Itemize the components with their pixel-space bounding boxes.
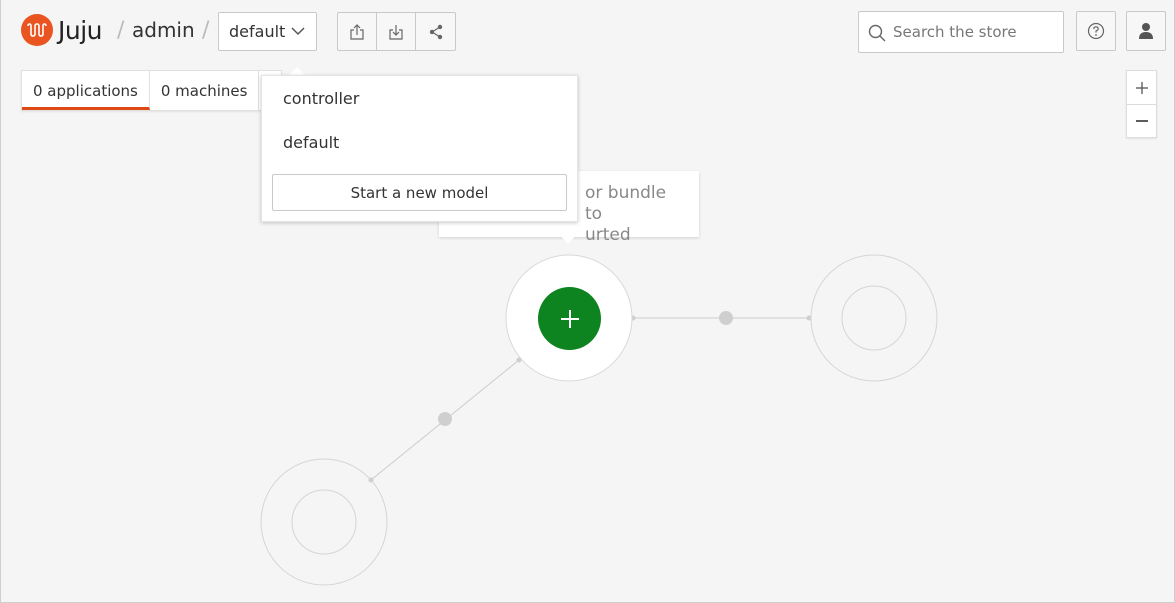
model-tabs: 0 applications 0 machines s [21, 70, 283, 111]
help-icon [1087, 22, 1105, 40]
store-search [858, 11, 1064, 53]
export-icon [350, 23, 364, 40]
placeholder-node-right [810, 254, 938, 382]
search-icon [868, 24, 886, 42]
connector-dot [438, 412, 452, 426]
logo-icon [21, 14, 53, 46]
zoom-out-icon [1135, 120, 1148, 122]
tooltip-arrow [560, 235, 576, 244]
zoom-controls [1126, 70, 1157, 138]
app-window: or bundle to urted Juju / admin / defaul… [0, 0, 1175, 603]
start-new-model-button[interactable]: Start a new model [272, 174, 567, 211]
juju-logo[interactable]: Juju [21, 14, 103, 46]
chevron-down-icon [291, 27, 305, 36]
zoom-in-icon [1135, 81, 1148, 94]
export-button[interactable] [338, 13, 377, 50]
logo-text: Juju [58, 15, 103, 45]
share-button[interactable] [416, 13, 455, 50]
connector-dot [719, 311, 733, 325]
import-icon [389, 24, 403, 40]
help-button[interactable] [1076, 11, 1116, 51]
tab-applications[interactable]: 0 applications [22, 71, 150, 110]
user-menu-button[interactable] [1126, 11, 1166, 51]
import-button[interactable] [377, 13, 416, 50]
model-selector[interactable]: default [218, 12, 317, 51]
placeholder-node-left [260, 458, 388, 586]
model-toolbar [337, 12, 456, 51]
zoom-in-button[interactable] [1127, 71, 1156, 104]
plus-icon [560, 309, 579, 328]
tab-machines[interactable]: 0 machines [150, 71, 260, 110]
add-application-button[interactable] [538, 287, 601, 350]
model-option-default[interactable]: default [283, 133, 339, 152]
model-selected-label: default [229, 22, 286, 41]
search-input[interactable] [893, 23, 1053, 41]
zoom-out-button[interactable] [1127, 104, 1156, 137]
breadcrumb-user[interactable]: admin [132, 18, 195, 42]
breadcrumb-separator: / [117, 18, 125, 43]
user-icon [1139, 23, 1153, 39]
share-icon [429, 24, 442, 39]
model-option-controller[interactable]: controller [283, 89, 359, 108]
breadcrumb-separator: / [202, 18, 210, 43]
model-dropdown: controller default Start a new model [261, 75, 578, 222]
